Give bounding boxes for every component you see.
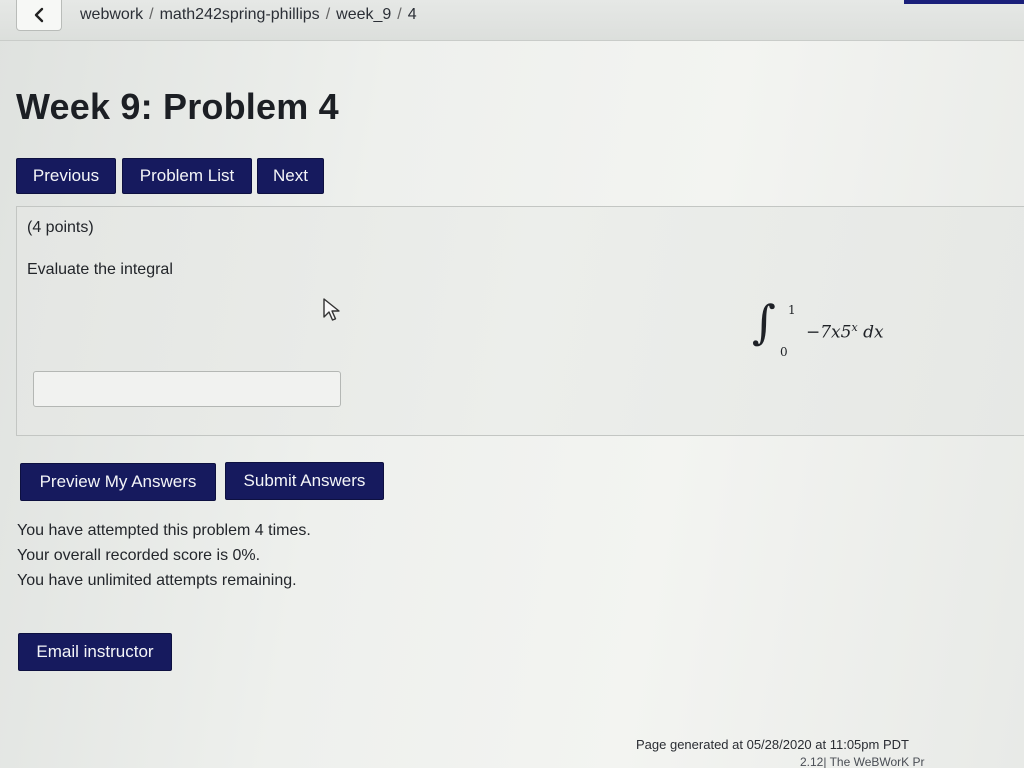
problem-points: (4 points): [27, 219, 94, 236]
next-button[interactable]: Next: [257, 158, 324, 194]
breadcrumb-course-root[interactable]: webwork: [80, 6, 143, 23]
integrand-base: −7x5: [806, 322, 852, 343]
previous-button[interactable]: Previous: [16, 158, 116, 194]
attempts-count-text: You have attempted this problem 4 times.: [17, 522, 311, 539]
breadcrumb-separator: /: [325, 6, 331, 23]
answer-input[interactable]: [33, 371, 341, 407]
integral-upper-limit: 1: [788, 303, 796, 317]
breadcrumb-problem: 4: [407, 6, 417, 23]
breadcrumb-set[interactable]: week_9: [336, 6, 391, 23]
problem-prompt: Evaluate the integral: [27, 261, 173, 278]
page-generated-timestamp: Page generated at 05/28/2020 at 11:05pm …: [636, 737, 909, 752]
integral-lower-limit: 0: [780, 345, 788, 359]
integrand-differential: dx: [863, 322, 884, 343]
breadcrumb-course[interactable]: math242spring-phillips: [160, 6, 320, 23]
navigation-bar: webwork / math242spring-phillips / week_9 / 4: [0, 0, 1024, 41]
attempts-remaining-text: You have unlimited attempts remaining.: [17, 572, 297, 589]
mouse-pointer-icon: [323, 298, 340, 321]
breadcrumb: webwork / math242spring-phillips / week_9 / 4: [80, 6, 417, 24]
breadcrumb-separator: /: [397, 6, 402, 23]
chevron-left-icon: [34, 7, 44, 23]
page-title: Week 9: Problem 4: [16, 86, 339, 127]
recorded-score-text: Your overall recorded score is 0%.: [17, 547, 261, 564]
submit-answers-button[interactable]: Submit Answers: [225, 462, 384, 500]
webwork-problem-page: webwork / math242spring-phillips / week_9/4 …: [0, 0, 1024, 768]
back-button[interactable]: [16, 0, 62, 31]
navigation-accent-strip: [904, 0, 1024, 4]
webwork-version-text: 2.12| The WeBWorK Pr: [800, 755, 925, 768]
integrand: −7x5x dx: [806, 321, 884, 343]
integrand-exponent: x: [851, 321, 858, 334]
email-instructor-button[interactable]: Email instructor: [18, 633, 172, 671]
integral-sign: ∫: [752, 295, 776, 349]
problem-list-button[interactable]: Problem List: [122, 158, 252, 194]
integral-expression: ∫ 1 0 −7x5x dx: [752, 299, 892, 369]
preview-answers-button[interactable]: Preview My Answers: [20, 463, 216, 501]
problem-body: (4 points) Evaluate the integral ∫ 1 0 −…: [16, 206, 1024, 436]
attempt-status: You have attempted this problem 4 times.…: [17, 518, 311, 593]
breadcrumb-separator: /: [149, 6, 154, 23]
